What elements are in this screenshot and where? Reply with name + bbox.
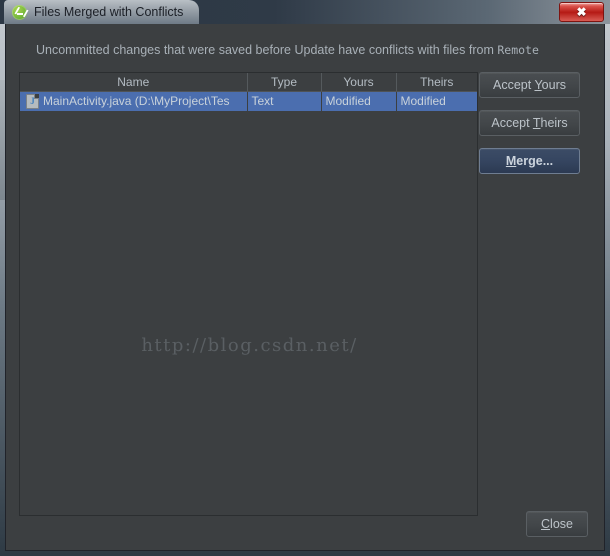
close-icon: ✖ [576,5,587,19]
table-row[interactable]: MainActivity.java (D:\MyProject\Tes Text… [20,91,477,111]
column-header-yours[interactable]: Yours [321,73,397,92]
merge-label: Merge... [505,154,554,168]
cell-name[interactable]: MainActivity.java (D:\MyProject\Tes [20,91,248,111]
close-dialog-label: Close [541,517,573,531]
column-header-theirs[interactable]: Theirs [396,73,477,92]
conflicted-files-panel: Name Type Yours Theirs MainActivity.java… [19,72,478,516]
close-dialog-button[interactable]: Close [526,511,588,537]
cell-type[interactable]: Text [247,91,322,111]
conflict-message-source: Remote [497,43,539,57]
os-window: Files Merged with Conflicts ✖ Uncommitte… [0,0,610,556]
column-header-type[interactable]: Type [247,73,322,92]
cell-theirs[interactable]: Modified [396,91,477,111]
window-title-tab: Files Merged with Conflicts [4,0,200,24]
watermark-text: http://blog.csdn.net/ [141,335,358,356]
java-file-icon [26,93,39,109]
conflicted-files-table[interactable]: Name Type Yours Theirs MainActivity.java… [20,73,477,111]
conflict-message-text: Uncommitted changes that were saved befo… [36,43,498,57]
accept-yours-button[interactable]: Accept Yours [479,72,580,98]
dialog-body: Uncommitted changes that were saved befo… [6,25,604,550]
column-header-name[interactable]: Name [20,73,248,92]
accept-theirs-button[interactable]: Accept Theirs [479,110,580,136]
close-window-button[interactable]: ✖ [559,2,604,22]
accept-yours-label: Accept Yours [493,78,566,92]
window-edge-highlight [0,80,5,200]
cell-yours[interactable]: Modified [321,91,397,111]
file-name-text: MainActivity.java (D:\MyProject\Tes [43,94,230,109]
window-title: Files Merged with Conflicts [34,5,184,19]
accept-theirs-label: Accept Theirs [491,116,568,130]
android-studio-icon [12,4,27,20]
conflict-message: Uncommitted changes that were saved befo… [36,43,539,57]
title-bar: Files Merged with Conflicts ✖ [0,0,610,24]
merge-button[interactable]: Merge... [479,148,580,174]
table-header-row: Name Type Yours Theirs [20,73,477,92]
